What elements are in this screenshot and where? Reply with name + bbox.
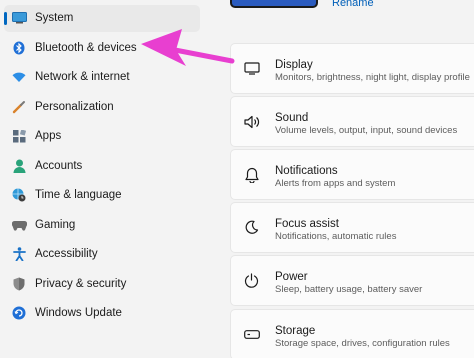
card-title: Storage (275, 325, 316, 337)
settings-card-power[interactable]: Power Sleep, battery usage, battery save… (231, 256, 474, 305)
sidebar-item-label: Apps (35, 130, 62, 142)
card-title: Sound (275, 112, 309, 124)
person-icon (11, 158, 27, 174)
card-description: Alerts from apps and system (275, 178, 396, 189)
globe-clock-icon (11, 187, 27, 203)
wifi-icon (11, 69, 27, 85)
card-description: Storage space, drives, configuration rul… (275, 338, 450, 349)
card-description: Notifications, automatic rules (275, 231, 397, 242)
card-title: Display (275, 59, 313, 71)
sidebar-item-label: Personalization (35, 101, 114, 113)
card-description: Volume levels, output, input, sound devi… (275, 125, 458, 136)
sidebar-item-gaming[interactable]: Gaming (4, 212, 200, 239)
sidebar-item-label: Accessibility (35, 248, 98, 260)
monitor-icon (11, 10, 27, 26)
sidebar-item-label: System (35, 12, 74, 24)
bluetooth-icon (11, 40, 27, 56)
sidebar-item-label: Bluetooth & devices (35, 42, 137, 54)
selection-indicator (4, 12, 7, 25)
power-icon (243, 272, 260, 289)
sidebar-item-accessibility[interactable]: Accessibility (4, 241, 200, 268)
settings-card-focus-assist[interactable]: Focus assist Notifications, automatic ru… (231, 203, 474, 252)
sidebar-item-label: Privacy & security (35, 278, 127, 290)
card-title: Focus assist (275, 218, 339, 230)
sidebar-item-network-internet[interactable]: Network & internet (4, 64, 200, 91)
sidebar-item-bluetooth-devices[interactable]: Bluetooth & devices (4, 35, 200, 62)
sidebar-item-label: Accounts (35, 160, 83, 172)
sidebar-item-system[interactable]: System (4, 5, 200, 32)
sidebar-item-windows-update[interactable]: Windows Update (4, 300, 200, 327)
brush-icon (11, 99, 27, 115)
settings-card-storage[interactable]: Storage Storage space, drives, configura… (231, 310, 474, 358)
sidebar-item-personalization[interactable]: Personalization (4, 94, 200, 121)
settings-card-sound[interactable]: Sound Volume levels, output, input, soun… (231, 97, 474, 146)
gamepad-icon (11, 217, 27, 233)
speaker-icon (243, 113, 260, 130)
sidebar-item-label: Time & language (35, 189, 122, 201)
rename-link[interactable]: Rename (332, 0, 374, 10)
sidebar-item-label: Gaming (35, 219, 76, 231)
sidebar-item-apps[interactable]: Apps (4, 123, 200, 150)
accessibility-icon (11, 246, 27, 262)
sidebar-item-accounts[interactable]: Accounts (4, 153, 200, 180)
settings-sidebar: System Bluetooth & devices Network & int… (0, 0, 212, 358)
apps-icon (11, 128, 27, 144)
sidebar-item-privacy-security[interactable]: Privacy & security (4, 271, 200, 298)
card-description: Monitors, brightness, night light, displ… (275, 72, 470, 83)
card-title: Power (275, 271, 308, 283)
update-icon (11, 305, 27, 321)
display-icon (243, 60, 260, 77)
card-title: Notifications (275, 165, 338, 177)
storage-icon (243, 326, 260, 343)
card-description: Sleep, battery usage, battery saver (275, 284, 423, 295)
device-thumbnail (230, 0, 318, 8)
sidebar-item-time-language[interactable]: Time & language (4, 182, 200, 209)
moon-icon (243, 219, 260, 236)
sidebar-item-label: Network & internet (35, 71, 130, 83)
settings-card-display[interactable]: Display Monitors, brightness, night ligh… (231, 44, 474, 93)
shield-icon (11, 276, 27, 292)
sidebar-item-label: Windows Update (35, 307, 122, 319)
settings-card-notifications[interactable]: Notifications Alerts from apps and syste… (231, 150, 474, 199)
bell-icon (243, 166, 260, 183)
